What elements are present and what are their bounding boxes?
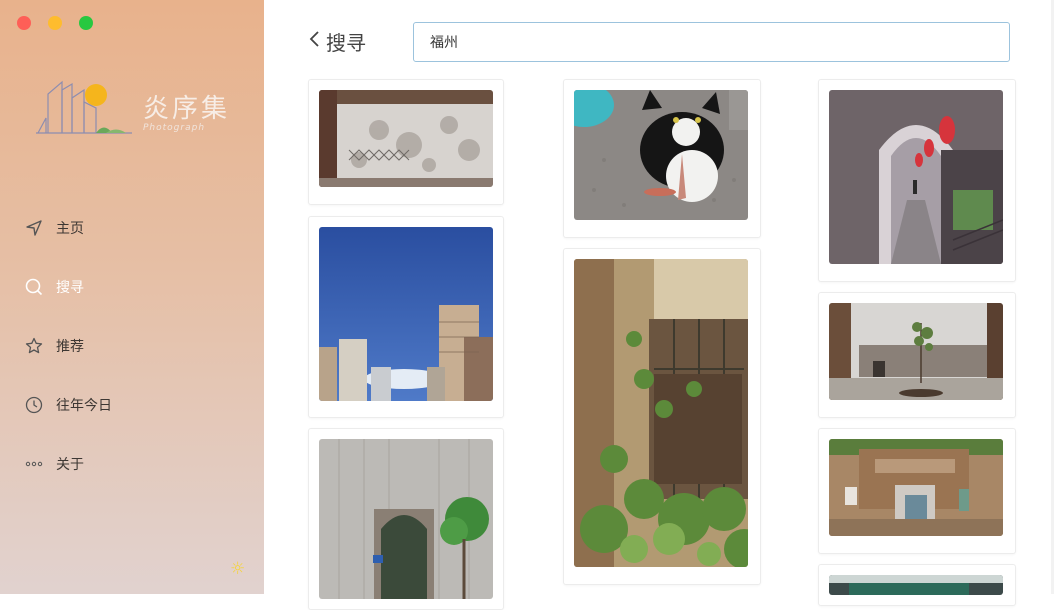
sidebar-item-recommend[interactable]: 推荐 <box>24 316 244 375</box>
photo-card[interactable] <box>818 292 1016 418</box>
back-button[interactable]: 搜寻 <box>308 27 366 56</box>
search-input[interactable] <box>413 22 1010 62</box>
photo <box>319 439 493 599</box>
maximize-window-button[interactable] <box>79 16 93 30</box>
sidebar-item-about[interactable]: 关于 <box>24 434 244 493</box>
photo <box>829 90 1003 264</box>
sidebar-nav: 主页 搜寻 推荐 往年今日 关于 <box>24 198 244 493</box>
close-window-button[interactable] <box>17 16 31 30</box>
window-controls <box>17 16 93 30</box>
photo <box>574 259 748 567</box>
logo-subtitle: Photograph <box>143 123 206 133</box>
navigation-arrow-icon <box>24 218 44 238</box>
sidebar-item-label: 主页 <box>56 220 84 237</box>
photo-card[interactable] <box>818 564 1016 606</box>
more-dots-icon <box>24 454 44 474</box>
clock-icon <box>24 395 44 415</box>
photo <box>574 90 748 220</box>
photo-card[interactable] <box>818 79 1016 282</box>
sidebar-item-home[interactable]: 主页 <box>24 198 244 257</box>
photo <box>319 90 493 187</box>
photo <box>319 227 493 401</box>
photo-card[interactable] <box>308 216 504 418</box>
sidebar-item-label: 关于 <box>56 456 84 473</box>
app-logo: 炎序集 Photograph <box>36 78 236 138</box>
sun-icon[interactable]: ☼ <box>230 560 245 578</box>
photo <box>829 575 1003 595</box>
sidebar-item-label: 往年今日 <box>56 397 112 414</box>
photo-card[interactable] <box>563 248 761 585</box>
sidebar-item-on-this-day[interactable]: 往年今日 <box>24 375 244 434</box>
logo-title: 炎序集 <box>143 94 231 124</box>
page-title: 搜寻 <box>326 31 366 55</box>
city-skyline-logo-icon <box>36 80 132 134</box>
sidebar-item-label: 推荐 <box>56 338 84 355</box>
photo-card[interactable] <box>818 428 1016 554</box>
photo-card[interactable] <box>563 79 761 238</box>
search-icon <box>24 277 44 297</box>
photo-card[interactable] <box>308 79 504 205</box>
photo <box>829 439 1003 536</box>
photo-card[interactable] <box>308 428 504 610</box>
photo <box>829 303 1003 400</box>
chevron-left-icon <box>308 28 322 56</box>
sidebar: 炎序集 Photograph 主页 搜寻 推荐 往年今日 关于 ☼ <box>0 0 264 594</box>
sidebar-item-label: 搜寻 <box>56 279 84 296</box>
sidebar-item-search[interactable]: 搜寻 <box>24 257 244 316</box>
star-icon <box>24 336 44 356</box>
minimize-window-button[interactable] <box>48 16 62 30</box>
